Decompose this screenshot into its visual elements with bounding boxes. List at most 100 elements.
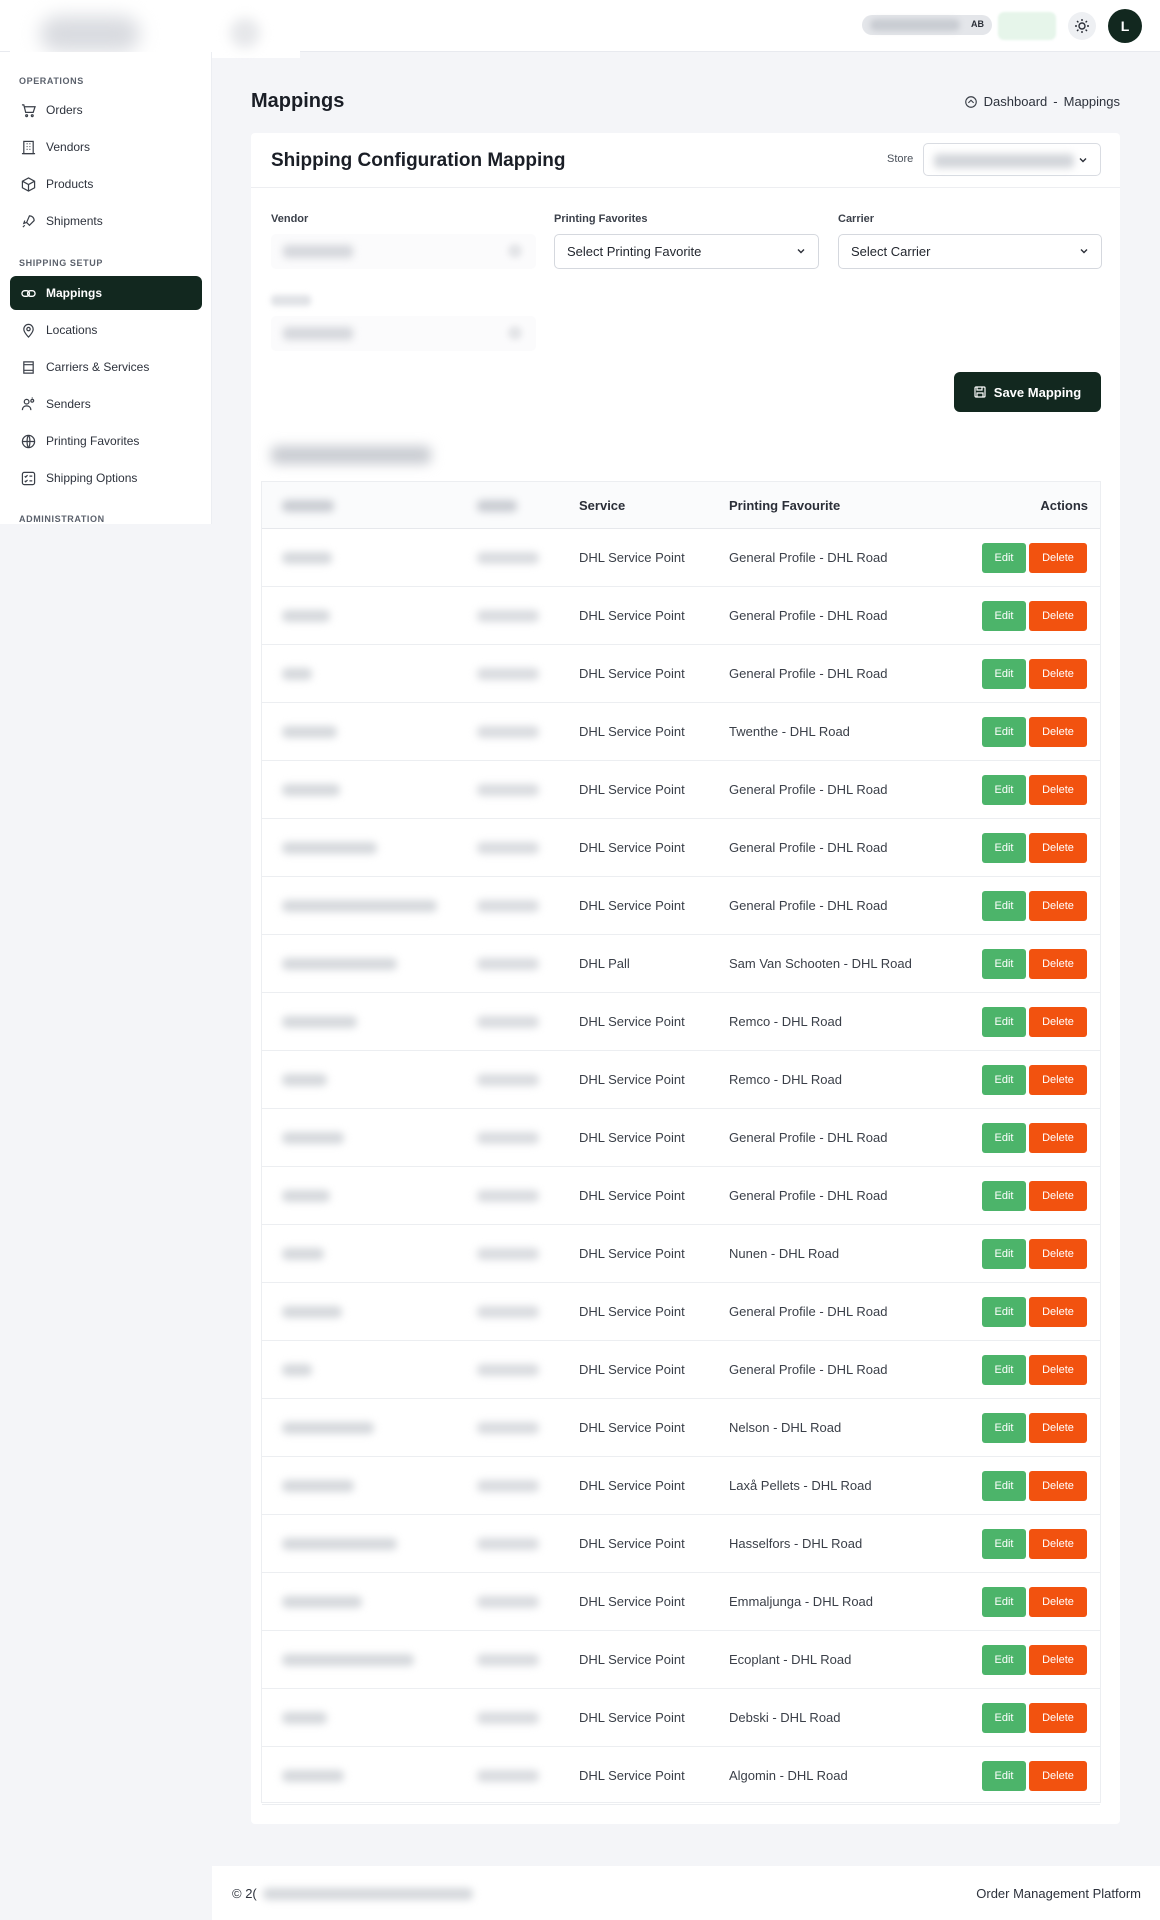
- table-row: DHL Service Point Ecoplant - DHL Road Edit…: [262, 1631, 1100, 1689]
- edit-button[interactable]: Edit: [982, 717, 1026, 747]
- sidebar-item-products[interactable]: Products: [10, 167, 202, 201]
- sidebar-item-shipments[interactable]: Shipments: [10, 204, 202, 238]
- edit-button[interactable]: Edit: [982, 601, 1026, 631]
- service-cell: DHL Service Point: [579, 1188, 685, 1203]
- delete-button[interactable]: Delete: [1029, 1703, 1087, 1733]
- printing-favourite-cell: General Profile - DHL Road: [729, 1362, 888, 1377]
- delete-button[interactable]: Delete: [1029, 717, 1087, 747]
- edit-button[interactable]: Edit: [982, 891, 1026, 921]
- delete-button[interactable]: Delete: [1029, 1413, 1087, 1443]
- delete-button[interactable]: Delete: [1029, 1065, 1087, 1095]
- table-row: DHL Service Point General Profile - DHL R…: [262, 529, 1100, 587]
- account-switcher[interactable]: AB: [862, 15, 992, 35]
- delete-button[interactable]: Delete: [1029, 1645, 1087, 1675]
- sidebar: OPERATIONS Orders Vendors Products Shipm…: [0, 52, 212, 524]
- sidebar-item-label: Vendors: [46, 140, 91, 154]
- service-cell: DHL Service Point: [579, 1130, 685, 1145]
- delete-button[interactable]: Delete: [1029, 775, 1087, 805]
- edit-button[interactable]: Edit: [982, 1703, 1026, 1733]
- delete-button[interactable]: Delete: [1029, 1587, 1087, 1617]
- sidebar-item-mappings[interactable]: Mappings: [10, 276, 202, 310]
- edit-button[interactable]: Edit: [982, 1413, 1026, 1443]
- status-indicator[interactable]: [998, 12, 1056, 40]
- printing-favourite-cell: Nelson - DHL Road: [729, 1420, 842, 1435]
- delete-button[interactable]: Delete: [1029, 1297, 1087, 1327]
- vendor-cell: [282, 842, 377, 854]
- breadcrumb-current: Mappings: [1063, 94, 1120, 109]
- edit-button[interactable]: Edit: [982, 1007, 1026, 1037]
- theme-toggle-button[interactable]: [1068, 12, 1096, 40]
- store-label: Store: [887, 153, 914, 165]
- delete-button[interactable]: Delete: [1029, 601, 1087, 631]
- service-cell: DHL Service Point: [579, 1246, 685, 1261]
- edit-button[interactable]: Edit: [982, 1297, 1026, 1327]
- delete-button[interactable]: Delete: [1029, 1181, 1087, 1211]
- breadcrumb-home-link[interactable]: Dashboard: [984, 94, 1048, 109]
- breadcrumb-separator: -: [1053, 94, 1058, 109]
- printing-favorites-label: Printing Favorites: [554, 213, 648, 225]
- printing-favourite-cell: Nunen - DHL Road: [729, 1246, 840, 1261]
- sidebar-item-label: Locations: [46, 323, 98, 337]
- store-select[interactable]: [923, 143, 1101, 176]
- edit-button[interactable]: Edit: [982, 543, 1026, 573]
- delete-button[interactable]: Delete: [1029, 1355, 1087, 1385]
- service-cell: DHL Service Point: [579, 1710, 685, 1725]
- sidebar-item-shipping-options[interactable]: Shipping Options: [10, 461, 202, 495]
- sidebar-item-label: Senders: [46, 397, 91, 411]
- service-cell: DHL Service Point: [579, 1362, 685, 1377]
- edit-button[interactable]: Edit: [982, 1355, 1026, 1385]
- edit-button[interactable]: Edit: [982, 1645, 1026, 1675]
- delete-button[interactable]: Delete: [1029, 1529, 1087, 1559]
- save-mapping-button[interactable]: Save Mapping: [954, 372, 1101, 412]
- delete-button[interactable]: Delete: [1029, 833, 1087, 863]
- edit-button[interactable]: Edit: [982, 1587, 1026, 1617]
- delete-button[interactable]: Delete: [1029, 543, 1087, 573]
- delete-button[interactable]: Delete: [1029, 659, 1087, 689]
- user-avatar[interactable]: L: [1108, 9, 1142, 43]
- edit-button[interactable]: Edit: [982, 1471, 1026, 1501]
- delete-button[interactable]: Delete: [1029, 1123, 1087, 1153]
- delete-button[interactable]: Delete: [1029, 1239, 1087, 1269]
- sidebar-item-vendors[interactable]: Vendors: [10, 130, 202, 164]
- edit-button[interactable]: Edit: [982, 949, 1026, 979]
- printing-favourite-cell: Debski - DHL Road: [729, 1710, 841, 1725]
- app-logo[interactable]: [10, 6, 300, 58]
- delete-button[interactable]: Delete: [1029, 1761, 1087, 1791]
- delete-button[interactable]: Delete: [1029, 1471, 1087, 1501]
- save-mapping-label: Save Mapping: [993, 384, 1082, 400]
- delete-button[interactable]: Delete: [1029, 1007, 1087, 1037]
- location-cell: [477, 1480, 539, 1492]
- edit-button[interactable]: Edit: [982, 1181, 1026, 1211]
- sidebar-item-orders[interactable]: Orders: [10, 93, 202, 127]
- breadcrumb: Dashboard - Mappings: [964, 94, 1120, 109]
- sidebar-item-locations[interactable]: Locations: [10, 313, 202, 347]
- vendor-select[interactable]: [271, 234, 536, 269]
- delete-button[interactable]: Delete: [1029, 891, 1087, 921]
- vendor-cell: [282, 1190, 330, 1202]
- edit-button[interactable]: Edit: [982, 833, 1026, 863]
- vendor-cell: [282, 1480, 354, 1492]
- edit-button[interactable]: Edit: [982, 1529, 1026, 1559]
- edit-button[interactable]: Edit: [982, 1239, 1026, 1269]
- edit-button[interactable]: Edit: [982, 1065, 1026, 1095]
- edit-button[interactable]: Edit: [982, 1123, 1026, 1153]
- edit-button[interactable]: Edit: [982, 1761, 1026, 1791]
- sun-icon: [1075, 19, 1089, 33]
- delete-button[interactable]: Delete: [1029, 949, 1087, 979]
- printing-favorite-placeholder: Select Printing Favorite: [567, 244, 702, 259]
- sidebar-item-senders[interactable]: Senders: [10, 387, 202, 421]
- vendor-cell: [282, 1074, 327, 1086]
- sidebar-item-carriers-services[interactable]: Carriers & Services: [10, 350, 202, 384]
- vendor-cell: [282, 1422, 374, 1434]
- edit-button[interactable]: Edit: [982, 659, 1026, 689]
- location-select[interactable]: [271, 316, 536, 351]
- sidebar-section-operations: OPERATIONS: [19, 76, 84, 86]
- sidebar-item-printing-favorites[interactable]: Printing Favorites: [10, 424, 202, 458]
- printer-icon: [20, 433, 36, 449]
- printing-favorite-select[interactable]: Select Printing Favorite: [554, 234, 819, 269]
- edit-button[interactable]: Edit: [982, 775, 1026, 805]
- vendor-cell: [282, 1770, 344, 1782]
- carrier-select[interactable]: Select Carrier: [838, 234, 1102, 269]
- table-row: DHL Service Point Nelson - DHL Road Edit De…: [262, 1399, 1100, 1457]
- location-cell: [477, 1596, 539, 1608]
